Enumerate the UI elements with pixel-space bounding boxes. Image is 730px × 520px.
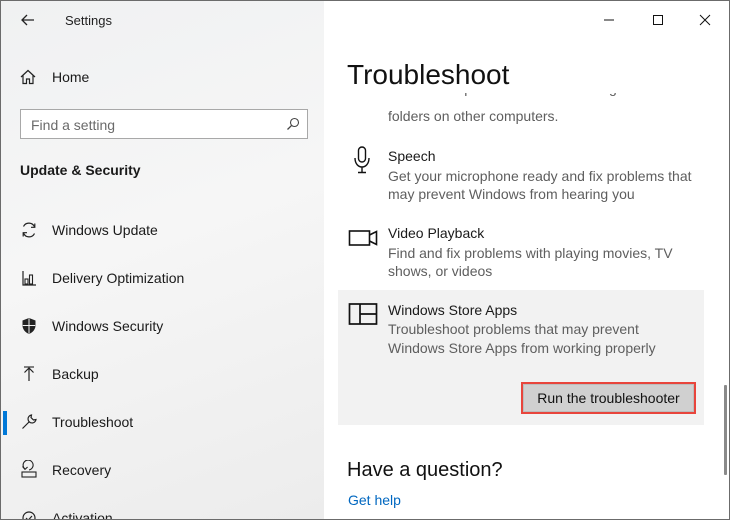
- sidebar-item-label: Activation: [52, 510, 113, 520]
- sidebar-item-delivery-optimization[interactable]: Delivery Optimization: [1, 255, 324, 303]
- sidebar-item-label: Delivery Optimization: [52, 270, 185, 286]
- page-title: Troubleshoot: [347, 59, 510, 90]
- wrench-icon: [22, 414, 37, 429]
- activation-icon: [22, 511, 36, 519]
- sidebar-item-windows-security[interactable]: Windows Security: [1, 303, 324, 351]
- close-button[interactable]: [682, 1, 728, 39]
- minimize-icon: [604, 19, 614, 21]
- back-button[interactable]: [17, 9, 39, 31]
- speech-item[interactable]: Speech Get your microphone ready and fix…: [338, 143, 704, 207]
- windows-store-apps-item[interactable]: Windows Store Apps Troubleshoot problems…: [338, 290, 704, 425]
- store-apps-icon: [348, 303, 378, 325]
- item-description-line: may prevent Windows from hearing you: [388, 186, 635, 202]
- item-title: Video Playback: [388, 225, 485, 241]
- shield-icon: [22, 318, 36, 334]
- home-nav-item[interactable]: Home: [19, 65, 309, 89]
- video-playback-item[interactable]: Video Playback Find and fix problems wit…: [338, 220, 704, 284]
- sidebar-item-label: Recovery: [52, 462, 112, 478]
- sidebar-item-label: Backup: [52, 366, 99, 382]
- get-help-link[interactable]: Get help: [348, 492, 401, 508]
- sidebar-item-activation[interactable]: Activation: [1, 495, 324, 520]
- sidebar-nav: Windows Update Delivery Optimization Win…: [1, 207, 324, 520]
- section-title: Update & Security: [20, 162, 141, 178]
- home-icon: [20, 69, 36, 85]
- item-title: Windows Store Apps: [388, 302, 518, 318]
- delivery-optimization-icon: [22, 271, 36, 286]
- question-heading: Have a question?: [347, 459, 503, 481]
- item-description-line: Windows Store Apps from working properly: [388, 340, 656, 356]
- run-troubleshooter-button[interactable]: Run the troubleshooter: [521, 382, 696, 414]
- home-label: Home: [52, 69, 90, 85]
- search-icon[interactable]: [286, 117, 300, 131]
- item-description-line: folders on other computers.: [388, 108, 559, 124]
- item-title: Speech: [388, 148, 436, 164]
- scrollbar[interactable]: [724, 385, 727, 475]
- search-box[interactable]: [20, 109, 308, 139]
- maximize-button[interactable]: [635, 1, 681, 39]
- item-description-line: Find and fix problems with playing movie…: [388, 245, 673, 261]
- sync-icon: [22, 222, 36, 238]
- app-title: Settings: [65, 13, 112, 28]
- close-icon: [699, 14, 711, 26]
- video-camera-icon: [348, 230, 378, 246]
- recovery-icon: [21, 460, 37, 478]
- minimize-button[interactable]: [586, 1, 632, 39]
- back-arrow-icon: [21, 14, 34, 26]
- shared-folders-item[interactable]: Find and fix problems with accessing fil…: [388, 87, 708, 127]
- sidebar-item-label: Windows Update: [52, 222, 158, 238]
- sidebar-item-recovery[interactable]: Recovery: [1, 447, 324, 495]
- microphone-icon: [354, 146, 370, 174]
- sidebar-item-backup[interactable]: Backup: [1, 351, 324, 399]
- search-input[interactable]: [31, 116, 271, 133]
- main-pane: Find and fix problems with accessing fil…: [324, 1, 729, 519]
- store-item-content: Windows Store Apps Troubleshoot problems…: [338, 290, 704, 370]
- sidebar-item-windows-update[interactable]: Windows Update: [1, 207, 324, 255]
- run-troubleshooter-label: Run the troubleshooter: [523, 384, 694, 412]
- sidebar-item-troubleshoot[interactable]: Troubleshoot: [1, 399, 324, 447]
- title-bar-left: Settings: [1, 1, 324, 41]
- sidebar: Settings Home Update & Security: [1, 1, 324, 520]
- sidebar-item-label: Troubleshoot: [52, 414, 134, 430]
- sidebar-item-label: Windows Security: [52, 318, 164, 334]
- item-description-line: Troubleshoot problems that may prevent: [388, 321, 639, 337]
- maximize-icon: [653, 15, 663, 25]
- settings-window: Settings Home Update & Security: [0, 0, 730, 520]
- item-description-line: shows, or videos: [388, 263, 493, 279]
- item-description-line: Get your microphone ready and fix proble…: [388, 168, 692, 184]
- backup-arrow-icon: [24, 366, 34, 381]
